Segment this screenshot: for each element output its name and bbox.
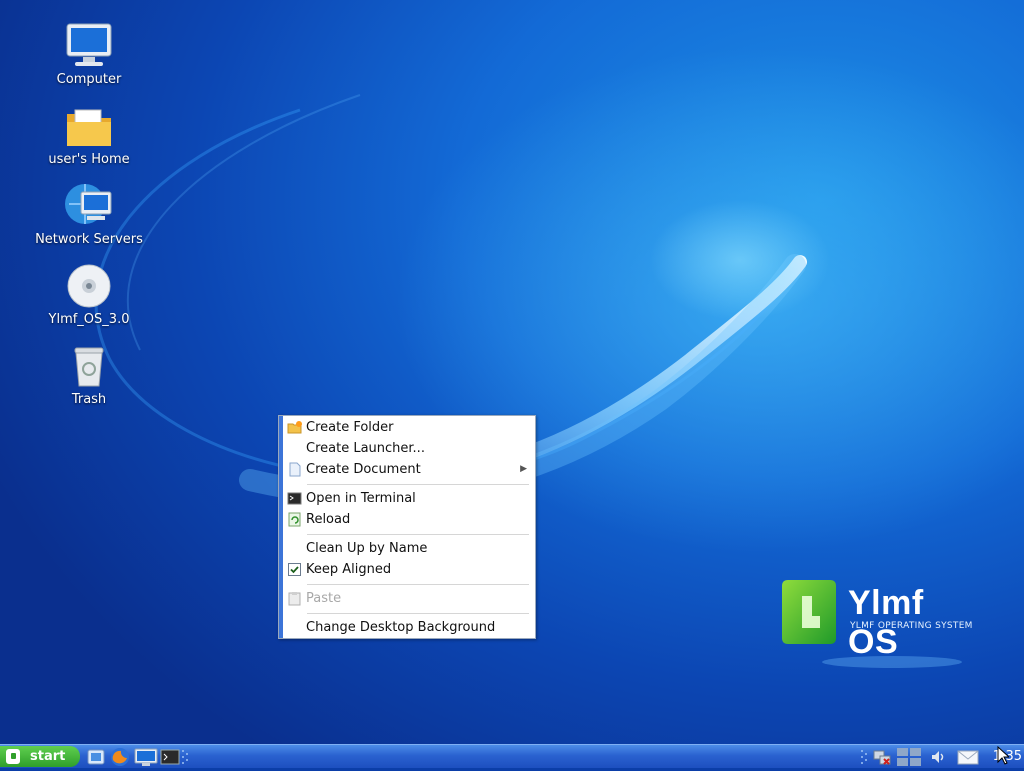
menu-separator	[307, 484, 529, 485]
show-desktop-icon[interactable]	[86, 747, 106, 767]
menu-item-label: Create Launcher...	[306, 441, 425, 456]
file-manager-icon[interactable]	[134, 747, 158, 767]
desktop-icon-label: Trash	[71, 392, 107, 407]
start-button[interactable]: start	[0, 746, 80, 767]
taskbar: start 1:35	[0, 744, 1024, 768]
menu-item-label: Create Folder	[306, 420, 394, 435]
tray-grip	[860, 748, 868, 768]
menu-item-create-document[interactable]: Create Document ▶	[283, 459, 535, 480]
desktop-icon-trash[interactable]: Trash	[24, 342, 154, 408]
volume-icon[interactable]	[928, 747, 948, 767]
brand-tagline: YLMF OPERATING SYSTEM	[850, 621, 973, 631]
menu-item-keep-aligned[interactable]: Keep Aligned	[283, 559, 535, 580]
network-icon	[65, 182, 113, 230]
menu-item-label: Reload	[306, 512, 351, 527]
cdrom-icon	[65, 262, 113, 310]
menu-item-change-background[interactable]: Change Desktop Background	[283, 617, 535, 638]
menu-item-create-folder[interactable]: Create Folder	[283, 417, 535, 438]
menu-item-label: Open in Terminal	[306, 491, 416, 506]
paste-icon	[287, 591, 302, 606]
menu-separator	[307, 584, 529, 585]
firefox-icon[interactable]	[110, 747, 130, 767]
new-folder-icon	[287, 420, 302, 435]
desktop-icon-label: Computer	[56, 72, 122, 87]
menu-item-reload[interactable]: Reload	[283, 509, 535, 530]
menu-separator	[307, 613, 529, 614]
desktop-icon-home[interactable]: user's Home	[24, 102, 154, 168]
menu-item-create-launcher[interactable]: Create Launcher...	[283, 438, 535, 459]
ylmf-logo-mark	[782, 580, 836, 644]
computer-icon	[65, 22, 113, 70]
desktop-icon-cdrom[interactable]: Ylmf_OS_3.0	[24, 262, 154, 328]
desktop-icon-computer[interactable]: Computer	[24, 22, 154, 88]
menu-item-clean-up[interactable]: Clean Up by Name	[283, 538, 535, 559]
terminal-icon	[287, 491, 302, 506]
desktop-icon-label: Network Servers	[35, 232, 143, 247]
document-icon	[287, 462, 302, 477]
mouse-cursor-icon	[997, 745, 1011, 766]
menu-item-label: Change Desktop Background	[306, 620, 496, 635]
menu-item-paste: Paste	[283, 588, 535, 609]
desktop-context-menu: Create Folder Create Launcher... Create …	[278, 415, 536, 639]
workspace-switcher[interactable]	[896, 747, 922, 767]
desktop-icon-label: Ylmf_OS_3.0	[48, 312, 130, 327]
taskbar-grip	[181, 748, 189, 768]
menu-item-open-terminal[interactable]: Open in Terminal	[283, 488, 535, 509]
desktop[interactable]: Computer user's Home Network Servers Ylm…	[0, 0, 1024, 744]
mail-icon[interactable]	[956, 747, 980, 767]
desktop-icon-network[interactable]: Network Servers	[24, 182, 154, 248]
ylmf-logo: Ylmf OS YLMF OPERATING SYSTEM	[780, 576, 980, 661]
menu-item-label: Paste	[306, 591, 342, 606]
terminal-launcher-icon[interactable]	[160, 747, 180, 767]
network-status-icon[interactable]	[872, 747, 892, 767]
folder-icon	[65, 102, 113, 150]
checkbox-checked-icon	[287, 562, 302, 577]
start-label: start	[30, 749, 66, 764]
menu-item-label: Clean Up by Name	[306, 541, 428, 556]
submenu-arrow-icon: ▶	[520, 464, 527, 474]
reload-icon	[287, 512, 302, 527]
menu-separator	[307, 534, 529, 535]
start-logo-icon	[6, 749, 20, 764]
menu-item-label: Create Document	[306, 462, 421, 477]
trash-icon	[65, 342, 113, 390]
menu-item-label: Keep Aligned	[306, 562, 392, 577]
desktop-icon-label: user's Home	[48, 152, 130, 167]
